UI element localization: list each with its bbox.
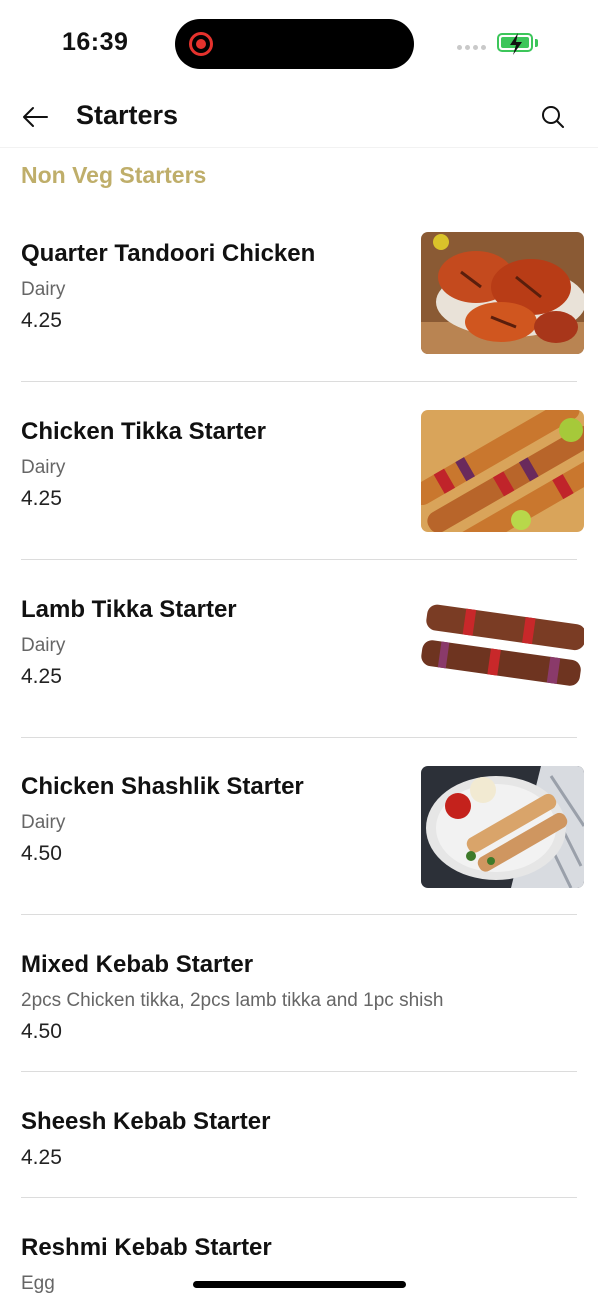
item-price: 4.25 <box>21 665 62 688</box>
item-name: Chicken Tikka Starter <box>21 418 267 445</box>
item-divider <box>21 914 577 915</box>
status-time: 16:39 <box>62 28 129 56</box>
back-button[interactable] <box>20 102 50 132</box>
item-divider <box>21 381 577 382</box>
battery-tip <box>535 39 538 47</box>
search-button[interactable] <box>538 102 568 132</box>
item-description: Egg <box>21 1273 55 1294</box>
screen-recording-icon <box>189 32 213 56</box>
item-name: Lamb Tikka Starter <box>21 596 237 623</box>
section-title: Non Veg Starters <box>21 162 207 188</box>
item-price: 4.50 <box>21 842 62 865</box>
chicken-shashlik-plate-photo <box>421 766 584 888</box>
item-description: 2pcs Chicken tikka, 2pcs lamb tikka and … <box>21 990 444 1011</box>
item-price: 4.25 <box>21 487 62 510</box>
page-title: Starters <box>76 100 179 130</box>
item-name: Mixed Kebab Starter <box>21 951 254 978</box>
home-indicator[interactable] <box>193 1281 406 1288</box>
item-name: Sheesh Kebab Starter <box>21 1108 271 1135</box>
lamb-tikka-skewers-photo <box>421 588 584 710</box>
item-price: 4.25 <box>21 309 62 332</box>
item-description: Dairy <box>21 457 66 478</box>
cellular-signal-icon <box>457 45 486 50</box>
item-name: Reshmi Kebab Starter <box>21 1234 272 1261</box>
top-app-bar: Starters <box>0 88 598 148</box>
dynamic-island <box>175 19 414 69</box>
item-name: Chicken Shashlik Starter <box>21 773 304 800</box>
item-divider <box>21 1071 577 1072</box>
tandoori-chicken-photo <box>421 232 584 354</box>
chicken-tikka-skewers-photo <box>421 410 584 532</box>
item-name: Quarter Tandoori Chicken <box>21 240 316 267</box>
item-divider <box>21 737 577 738</box>
arrow-left-icon <box>23 107 48 127</box>
item-description: Dairy <box>21 279 66 300</box>
status-bar: 16:39 <box>0 0 598 88</box>
item-price: 4.50 <box>21 1020 62 1043</box>
item-divider <box>21 1197 577 1198</box>
item-price: 4.25 <box>21 1146 62 1169</box>
item-description: Dairy <box>21 812 66 833</box>
item-description: Dairy <box>21 635 66 656</box>
battery-charging-icon <box>497 33 533 55</box>
item-divider <box>21 559 577 560</box>
search-icon <box>542 106 564 128</box>
